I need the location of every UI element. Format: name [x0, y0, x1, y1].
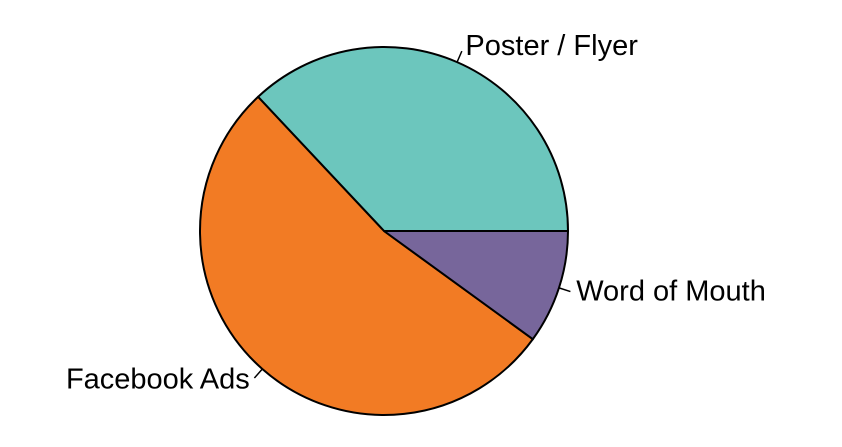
slices-layer	[199, 46, 569, 416]
slice-label-word-of-mouth: Word of Mouth	[576, 275, 766, 307]
leader-line-facebook-ads	[253, 368, 263, 379]
leader-line-poster-flyer	[456, 50, 463, 63]
slice-label-poster-flyer: Poster / Flyer	[465, 30, 638, 62]
leader-line-word-of-mouth	[558, 287, 571, 293]
pie-chart: Poster / Flyer Facebook Ads Word of Mouth	[0, 0, 842, 442]
slice-label-facebook-ads: Facebook Ads	[66, 364, 250, 396]
pie-chart-svg: Poster / Flyer Facebook Ads Word of Mouth	[66, 30, 766, 416]
